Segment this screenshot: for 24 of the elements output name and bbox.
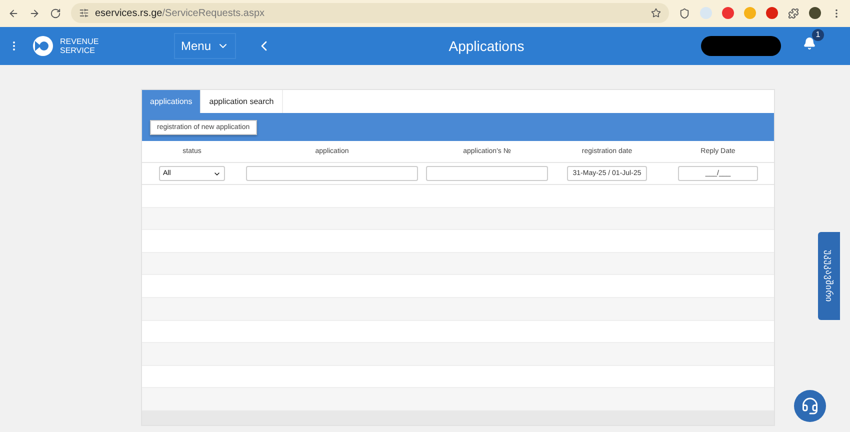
logo-icon [32,34,54,57]
filter-field[interactable] [426,166,548,182]
address-bar[interactable]: eservices.rs.ge/ServiceRequests.aspx [71,3,669,24]
extension-icon[interactable] [722,7,734,20]
headset-icon [801,397,819,415]
chat-button[interactable] [794,390,826,422]
filter-field[interactable] [246,166,418,182]
page-title: Applications [448,38,526,54]
avatar-icon[interactable] [809,7,821,20]
reload-icon[interactable] [50,8,61,19]
shield-icon[interactable] [679,8,690,19]
logo-text: REVENUE SERVICE [60,36,100,55]
back-icon[interactable] [8,8,19,19]
menu-button[interactable]: Menu [174,32,236,59]
bookmark-icon[interactable] [651,8,661,18]
notification-icon[interactable] [803,36,816,50]
tab[interactable]: applications [142,90,202,114]
notification-badge: 1 [812,28,824,41]
url-text: eservices.rs.ge/ServiceRequests.aspx [95,8,265,19]
side-tab[interactable]: უკუკავშირი [818,232,840,320]
forward-icon[interactable] [29,8,40,19]
site-settings-icon[interactable] [79,8,89,18]
extension-icon[interactable] [766,7,778,20]
extensions-icon[interactable] [788,8,799,19]
